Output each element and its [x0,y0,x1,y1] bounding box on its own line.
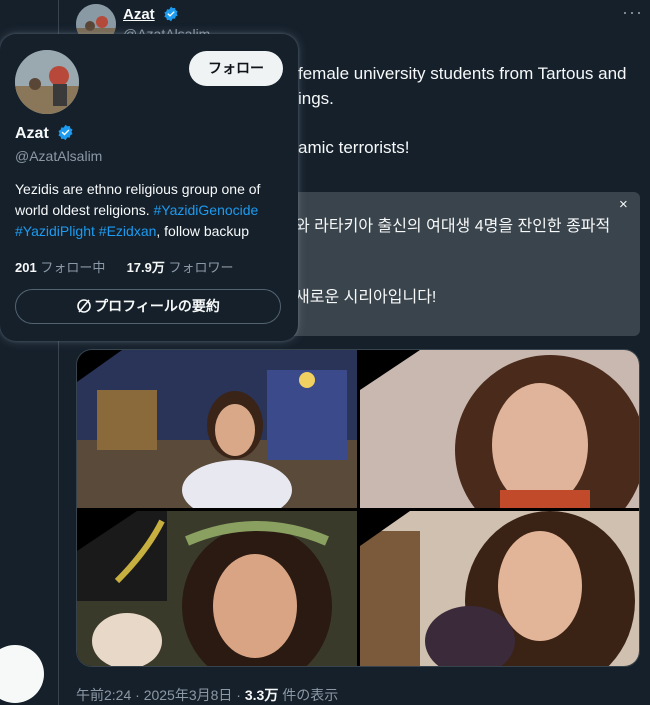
follow-button[interactable]: フォロー [189,51,283,86]
photo-2[interactable] [360,350,639,508]
photo-3[interactable] [77,511,357,666]
photo-1[interactable] [77,350,357,508]
followers-count: 17.9万 [126,260,165,275]
floating-action-button[interactable] [0,645,44,703]
profile-summary-label: プロフィールの要約 [94,298,220,314]
verified-badge-icon [58,124,73,141]
quote-text-line-1: 와 라타키아 출신의 여대생 4명을 잔인한 종파적 [295,218,611,235]
hovercard-bio: Yezidis are ethno religious group one of… [15,179,290,242]
hovercard-name-text[interactable]: Azat [15,125,49,142]
photo-4[interactable] [360,511,639,666]
grok-slash-icon [77,299,91,313]
followers-link[interactable]: 17.9万 フォロワー [127,260,234,275]
author-name-text[interactable]: Azat [123,6,155,23]
tweet-text-line-1: female university students from Tartous … [298,64,627,83]
hovercard-name[interactable]: Azat [15,124,74,143]
close-icon[interactable]: × [619,196,628,213]
bio-text: , follow backup [156,223,249,239]
following-count: 201 [15,260,37,275]
following-label: フォロー中 [36,260,106,275]
hovercard-handle[interactable]: @AzatAlsalim [15,148,102,164]
profile-hovercard: フォロー Azat @AzatAlsalim Yezidis are ethno… [0,34,298,341]
tweet-timestamp[interactable]: 午前2:24 · 2025年3月8日 · [76,687,245,703]
tweet-text-line-2: ings. [298,89,334,108]
author-name[interactable]: Azat [123,6,179,23]
hashtag-link[interactable]: #YazidiGenocide [154,202,259,218]
tweet-meta: 午前2:24 · 2025年3月8日 · 3.3万 件の表示 [76,685,338,705]
view-count: 3.3万 [244,687,279,703]
hashtag-link[interactable]: #Ezidxan [99,223,157,239]
tweet-text-line-3: amic terrorists! [298,138,410,157]
followers-label: フォロワー [164,260,234,275]
hovercard-avatar[interactable] [15,50,79,114]
media-grid [76,349,640,667]
hashtag-link[interactable]: #YazidiPlight [15,223,95,239]
view-count-label: 件の表示 [278,687,339,703]
quote-text-line-2: 새로운 시리아입니다! [295,289,437,306]
more-icon[interactable]: ··· [622,2,643,23]
verified-badge-icon [164,6,178,22]
following-link[interactable]: 201 フォロー中 [15,260,105,275]
hovercard-stats: 201 フォロー中 17.9万 フォロワー [15,257,234,276]
profile-summary-button[interactable]: プロフィールの要約 [15,289,281,324]
